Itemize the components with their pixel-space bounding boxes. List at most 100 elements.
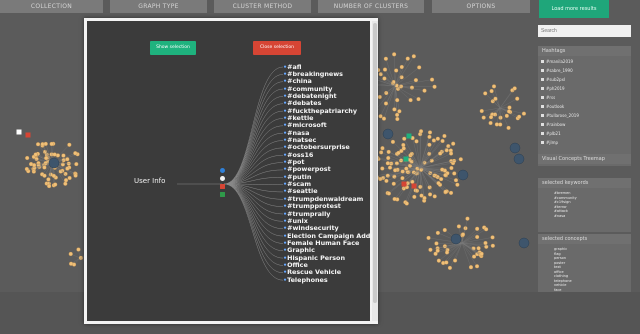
graph-node [481, 115, 486, 120]
graph-node [395, 98, 400, 103]
graph-node [490, 243, 495, 248]
graph-node [43, 141, 48, 146]
right-sidebar: Hashtags #manila2019 #sabre_1990 #sub2px… [536, 22, 640, 308]
modal-scrollbar[interactable] [372, 21, 378, 321]
graph-node [382, 76, 387, 81]
graph-node [380, 166, 385, 171]
hashtag-item[interactable]: #sabre_1990 [538, 66, 631, 75]
graph-node [47, 184, 52, 189]
visual-concepts-panel[interactable]: Visual Concepts Treemap [538, 154, 631, 166]
tab-collection[interactable]: COLLECTION [0, 0, 103, 13]
graph-node [431, 138, 436, 143]
graph-node [383, 101, 389, 106]
tree-intermediate-node [220, 192, 225, 197]
graph-node [49, 141, 54, 147]
graph-node [414, 139, 419, 144]
tree-link [223, 183, 284, 222]
tree-link [223, 183, 284, 274]
graph-node [488, 120, 493, 126]
load-more-button[interactable]: Load more results [539, 0, 609, 18]
graph-marker [25, 132, 31, 138]
graph-node [435, 230, 440, 235]
graph-edge [485, 93, 501, 109]
graph-node [63, 181, 68, 186]
graph-cluster-node [509, 142, 521, 154]
graph-node [404, 201, 409, 206]
graph-node [379, 150, 384, 155]
graph-node [408, 98, 413, 103]
tree-intermediate-node [220, 176, 225, 181]
graph-node [427, 134, 432, 139]
tab-options[interactable]: OPTIONS [432, 0, 530, 13]
hashtag-item[interactable]: #outlook [538, 102, 631, 111]
graph-node [451, 141, 456, 146]
graph-node [483, 91, 488, 96]
graph-node [453, 178, 459, 183]
graph-cluster-node [513, 153, 525, 165]
hashtag-item[interactable]: #sub2pxl [538, 75, 631, 84]
graph-node [385, 161, 390, 166]
graph-edge [404, 138, 421, 169]
tab-number-of-clusters[interactable]: NUMBER OF CLUSTERS [318, 0, 424, 13]
tab-cluster-method[interactable]: CLUSTER METHOD [214, 0, 311, 13]
graph-node [67, 142, 72, 147]
modal-content: Show selection Close selection User Info… [87, 21, 374, 321]
graph-cluster-node [382, 128, 394, 140]
graph-node [67, 175, 72, 181]
graph-node [380, 146, 385, 151]
graph-node [460, 232, 466, 237]
tree-link [223, 183, 284, 259]
graph-node [401, 142, 406, 148]
hashtags-panel: Hashtags #manila2019 #sabre_1990 #sub2px… [538, 46, 631, 158]
graph-node [397, 109, 402, 114]
graph-node [412, 194, 417, 199]
graph-node [472, 254, 477, 259]
modal-scrollbar-thumb[interactable] [373, 23, 377, 303]
tree-intermediate-node [220, 184, 225, 189]
graph-node [410, 179, 415, 184]
graph-node [483, 240, 488, 246]
hashtag-item[interactable]: #plb21 [538, 129, 631, 138]
graph-node [426, 235, 431, 240]
graph-node [395, 112, 400, 117]
graph-node [490, 99, 495, 104]
graph-node [444, 260, 449, 265]
hashtag-item[interactable]: #rss [538, 93, 631, 102]
hashtag-item[interactable]: #rainbow [538, 120, 631, 129]
graph-node [436, 258, 441, 263]
tree-link [223, 103, 284, 185]
graph-edge [461, 218, 468, 244]
graph-node [391, 80, 396, 85]
tree-link [223, 74, 284, 185]
graph-node [418, 184, 423, 189]
search-input[interactable] [538, 25, 631, 37]
tree-link [223, 96, 284, 185]
tree-leaf-label[interactable]: •Telephones [283, 276, 328, 284]
tree-link [223, 183, 284, 266]
graph-node [25, 155, 30, 161]
hashtag-item[interactable]: #ph2019 [538, 84, 631, 93]
tab-graph-type[interactable]: GRAPH TYPE [110, 0, 207, 13]
graph-node [498, 115, 503, 120]
graph-node [60, 162, 65, 167]
hashtag-item[interactable]: #tullarose_2019 [538, 111, 631, 120]
graph-node [419, 129, 424, 134]
graph-cluster-node [518, 237, 530, 249]
graph-node [392, 196, 397, 202]
selected-keywords-title: selected keywords [538, 178, 631, 188]
graph-node [76, 247, 81, 252]
graph-node [428, 247, 433, 252]
hashtag-item[interactable]: #jlmp [538, 138, 631, 147]
graph-node [386, 191, 391, 196]
graph-node [392, 52, 397, 57]
keyword-item[interactable]: #nasa [554, 214, 631, 219]
graph-node [521, 111, 526, 116]
tree-link [223, 88, 284, 185]
graph-node [399, 75, 404, 80]
graph-node [42, 165, 47, 170]
hashtags-title: Hashtags [538, 46, 631, 56]
graph-node [53, 182, 58, 187]
graph-node [394, 68, 399, 73]
hashtag-item[interactable]: #manila2019 [538, 57, 631, 66]
graph-node [413, 78, 418, 83]
